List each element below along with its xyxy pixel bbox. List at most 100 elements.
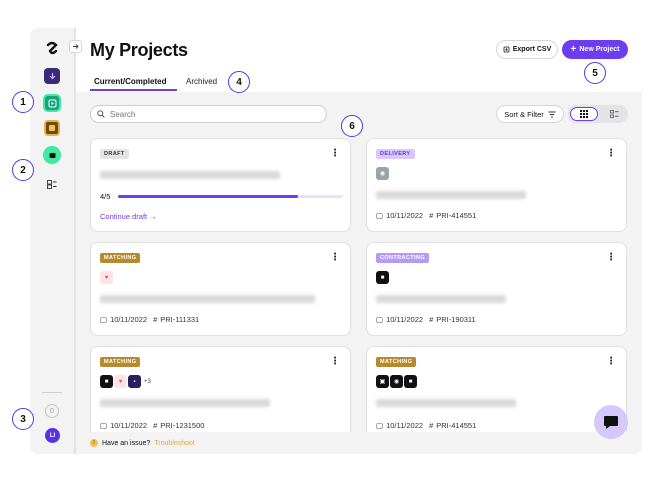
sort-filter-button[interactable]: Sort & Filter — [496, 105, 564, 123]
project-date: 10/11/2022 — [386, 315, 424, 324]
status-badge: DELIVERY — [376, 149, 415, 159]
active-tab-underline — [90, 89, 177, 91]
chat-button[interactable] — [594, 405, 628, 439]
more-options-icon[interactable]: ⋮ — [330, 149, 340, 159]
project-meta: ▢ 10/11/2022 # PRI-190311 — [376, 315, 476, 324]
project-title-redacted — [376, 295, 506, 303]
filter-icon — [548, 111, 556, 117]
export-csv-label: Export CSV — [512, 46, 552, 53]
hash-icon: # — [429, 315, 434, 324]
project-date: 10/11/2022 — [386, 421, 424, 430]
view-toggle — [568, 105, 628, 123]
more-options-icon[interactable]: ⋮ — [330, 357, 340, 367]
project-id: PRI-1231500 — [160, 421, 205, 430]
sidebar-divider — [42, 392, 62, 393]
page-title: My Projects — [90, 40, 188, 60]
more-options-icon[interactable]: ⋮ — [606, 357, 616, 367]
callout-2: 2 — [12, 159, 34, 181]
progress-bar — [118, 195, 343, 198]
callout-6: 6 — [341, 115, 363, 137]
partner-logo-icon: ◉ — [376, 167, 389, 180]
calendar-icon: ▢ — [376, 315, 384, 324]
grid-view-button[interactable] — [570, 107, 598, 121]
tab-archived[interactable]: Archived — [186, 77, 217, 86]
search-input[interactable] — [110, 109, 310, 119]
list-view-icon — [609, 110, 618, 118]
page-header: My Projects Export CSV + New Project Cur… — [76, 28, 642, 92]
list-view-button[interactable] — [602, 107, 626, 121]
more-options-icon[interactable]: ⋮ — [606, 149, 616, 159]
partner-logo-icon: ▣ — [376, 375, 389, 388]
footer-text: Have an issue? — [102, 439, 151, 447]
sidebar-rail: 0 LI — [30, 28, 75, 454]
project-id: PRI-111331 — [160, 315, 200, 324]
partner-logo-icon: ♥ — [114, 375, 127, 388]
callout-5: 5 — [584, 62, 606, 84]
project-date: 10/11/2022 — [386, 211, 424, 220]
sidebar-app-2-icon[interactable] — [43, 94, 61, 112]
project-meta: ▢ 10/11/2022 # PRI-1231500 — [100, 421, 204, 430]
avatar[interactable]: LI — [45, 428, 60, 443]
partner-logo-icon: ■ — [404, 375, 417, 388]
arrow-right-icon — [73, 44, 79, 49]
tab-current-completed[interactable]: Current/Completed — [94, 77, 166, 86]
project-id: PRI-190311 — [436, 315, 476, 324]
partner-logo-icon: ■ — [376, 271, 389, 284]
project-card[interactable]: MATCHING ⋮ ♥ ▢ 10/11/2022 # PRI-111331 — [90, 242, 351, 336]
project-title-redacted — [100, 399, 270, 407]
project-title-redacted — [100, 171, 280, 179]
grid-icon — [580, 110, 588, 118]
search-icon — [97, 110, 105, 118]
project-card[interactable]: DELIVERY ⋮ ◉ ▢ 10/11/2022 # PRI-414551 — [366, 138, 627, 232]
status-badge: DRAFT — [100, 149, 129, 159]
status-badge: MATCHING — [376, 357, 417, 367]
partner-logo-icon: ■ — [100, 375, 113, 388]
progress-text: 4/5 — [100, 192, 111, 201]
project-date: 10/11/2022 — [110, 421, 148, 430]
status-badge: CONTRACTING — [376, 253, 430, 263]
status-badge: MATCHING — [100, 357, 141, 367]
troubleshoot-link[interactable]: Troubleshoot — [154, 440, 195, 447]
calendar-icon: ▢ — [376, 421, 384, 430]
new-project-label: New Project — [579, 46, 620, 53]
more-options-icon[interactable]: ⋮ — [330, 253, 340, 263]
hash-icon: # — [429, 421, 434, 430]
plus-icon: + — [570, 43, 577, 55]
callout-3: 3 — [12, 408, 34, 430]
expand-sidebar-button[interactable] — [69, 40, 82, 53]
sidebar-app-4-icon[interactable] — [43, 146, 61, 164]
more-partners-count: +3 — [144, 379, 151, 385]
project-meta: ▢ 10/11/2022 # PRI-414551 — [376, 421, 476, 430]
chat-icon — [604, 415, 618, 429]
main-content: My Projects Export CSV + New Project Cur… — [76, 28, 642, 454]
new-project-button[interactable]: + New Project — [562, 40, 628, 59]
notification-count[interactable]: 0 — [45, 404, 59, 418]
progress-bar-fill — [118, 195, 298, 198]
project-card[interactable]: CONTRACTING ⋮ ■ ▢ 10/11/2022 # PRI-19031… — [366, 242, 627, 336]
sidebar-app-3-icon[interactable] — [44, 120, 60, 136]
list-icon[interactable] — [44, 176, 60, 192]
partner-logo-icon: ♥ — [100, 271, 113, 284]
project-card[interactable]: DRAFT ⋮ 4/5 Continue draft → — [90, 138, 351, 232]
calendar-icon: ▢ — [100, 315, 108, 324]
continue-draft-link[interactable]: Continue draft → — [100, 212, 157, 221]
calendar-icon: ▢ — [376, 211, 384, 220]
status-badge: MATCHING — [100, 253, 141, 263]
help-footer: ! Have an issue? Troubleshoot — [76, 432, 642, 454]
search-box[interactable] — [90, 105, 327, 123]
project-meta: ▢ 10/11/2022 # PRI-111331 — [100, 315, 199, 324]
more-options-icon[interactable]: ⋮ — [606, 253, 616, 263]
sort-filter-label: Sort & Filter — [504, 109, 544, 119]
app-window: 0 LI My Projects Export CSV + New Projec… — [30, 28, 642, 454]
warning-icon: ! — [90, 439, 98, 447]
hash-icon: # — [429, 211, 434, 220]
project-title-redacted — [100, 295, 315, 303]
project-id: PRI-414551 — [436, 211, 477, 220]
calendar-icon: ▢ — [100, 421, 108, 430]
export-csv-button[interactable]: Export CSV — [496, 40, 558, 59]
partner-logo-icon: ◉ — [390, 375, 403, 388]
callout-1: 1 — [12, 91, 34, 113]
project-id: PRI-414551 — [436, 421, 477, 430]
sidebar-app-1-icon[interactable] — [44, 68, 60, 84]
brand-logo-icon[interactable] — [44, 40, 60, 56]
